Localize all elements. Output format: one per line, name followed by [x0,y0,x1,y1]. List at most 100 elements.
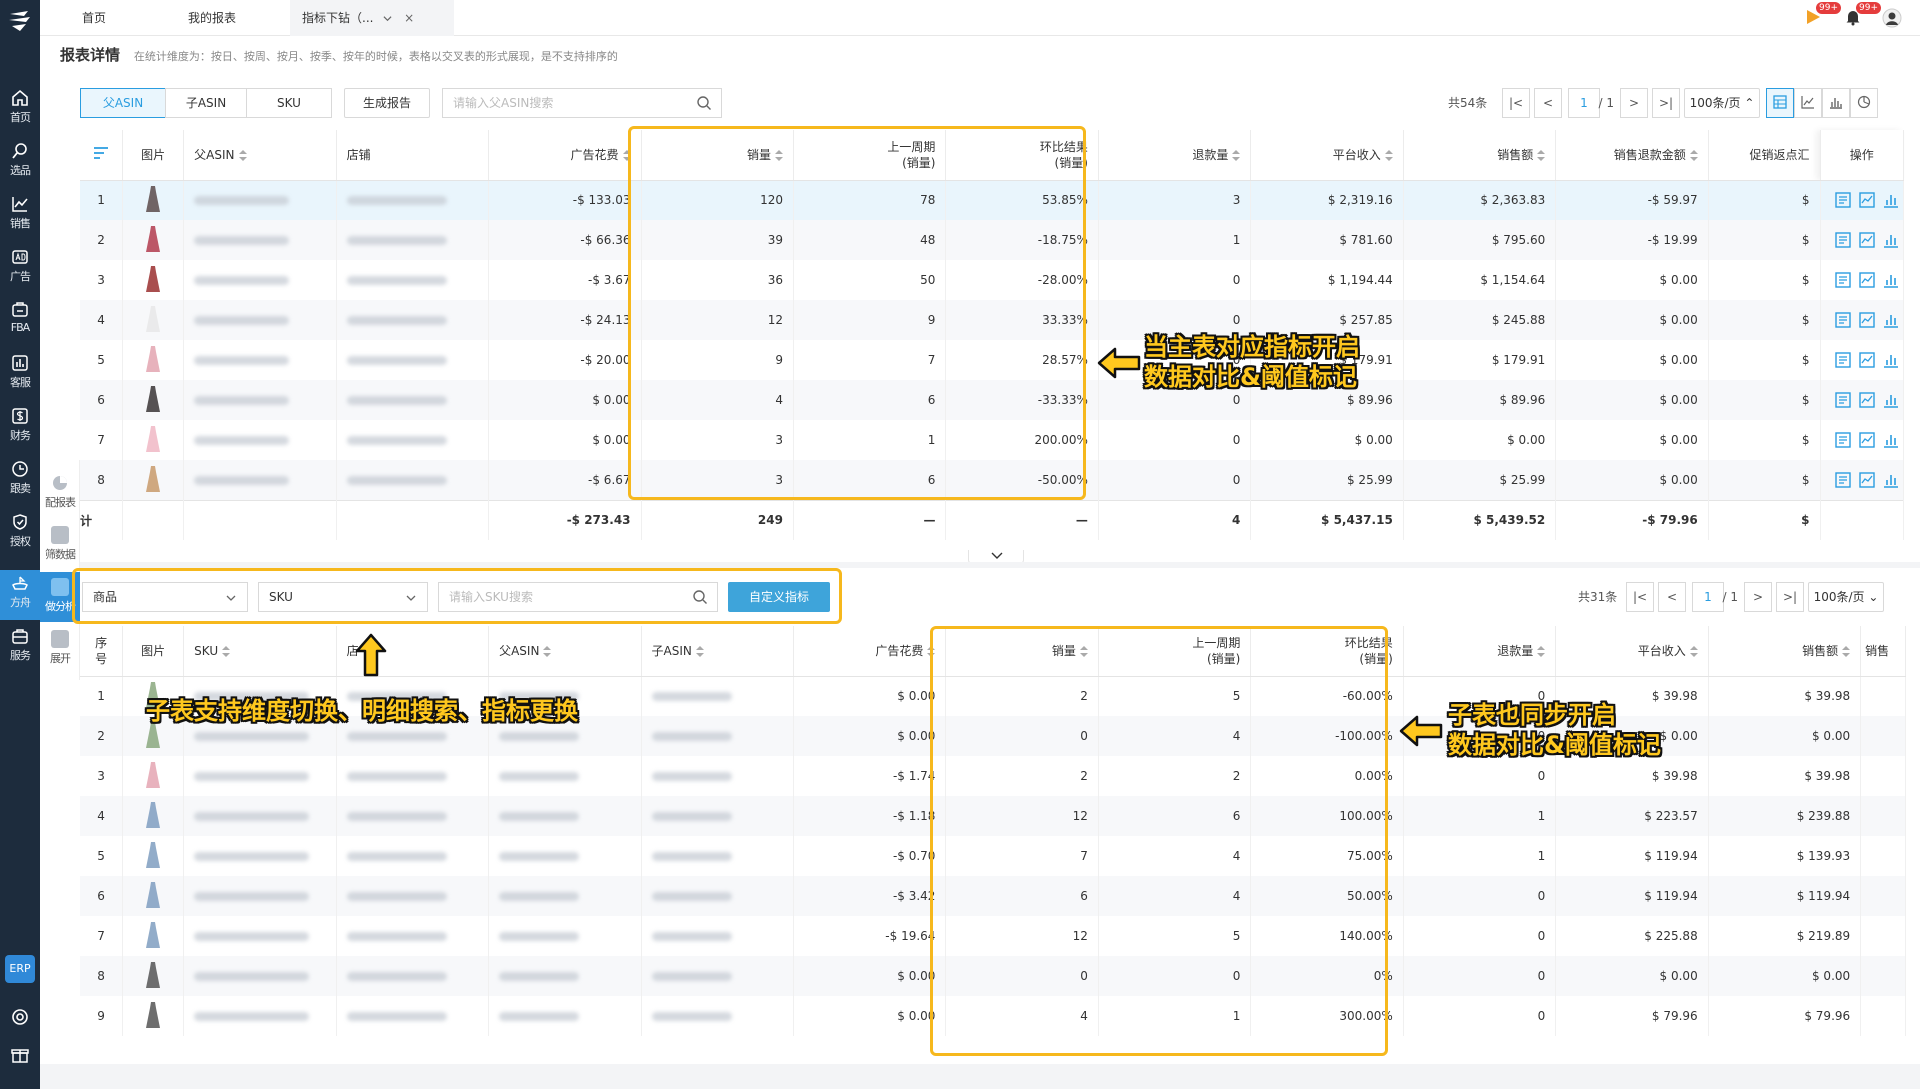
sidebar-item-ark[interactable]: 方舟 [0,570,40,620]
sku-cell[interactable] [183,756,337,796]
sku-cell[interactable] [183,916,337,956]
parent-asin-cell[interactable] [183,260,337,300]
sort-icon[interactable] [1689,149,1698,161]
product-thumbnail[interactable] [144,960,162,992]
line-chart-icon[interactable] [1858,392,1875,408]
erp-button[interactable]: ERP [5,955,35,983]
bar-chart-icon[interactable] [1883,392,1899,408]
bar-chart-icon[interactable] [1883,312,1899,328]
search-icon[interactable] [696,95,712,111]
column-header-platform-income[interactable]: 平台收入 [1250,130,1404,181]
parent-asin-cell[interactable] [488,916,642,956]
detail-icon[interactable] [1834,432,1851,448]
parent-asin-cell[interactable] [183,420,337,460]
parent-asin-cell[interactable] [488,756,642,796]
parent-asin-cell[interactable] [183,300,337,340]
bar-chart-icon[interactable] [1883,352,1899,368]
tab-metric-drilldown[interactable]: 指标下钻（... × [290,0,454,36]
sort-icon[interactable] [1842,645,1851,657]
detail-icon[interactable] [1834,312,1851,328]
parent-asin-cell[interactable] [488,796,642,836]
tab-my-reports[interactable]: 我的报表 [176,0,276,36]
page-size-select[interactable]: 100条/页 ⌄ [1808,582,1884,612]
table-row[interactable]: 5 -$ 20.00 9 7 28.57% 0 $ 179.91 $ 179.91 $ 0.00… [80,340,1904,380]
sort-icon[interactable] [774,149,783,161]
product-thumbnail[interactable] [144,920,162,952]
dimension-select[interactable]: 商品 [82,582,248,612]
sort-icon[interactable] [1384,149,1393,161]
gift-icon[interactable] [11,1046,29,1064]
column-header-ad-spend[interactable]: 广告花费 [793,626,947,677]
parent-asin-cell[interactable] [183,220,337,260]
detail-icon[interactable] [1834,472,1851,488]
table-row[interactable]: 8 -$ 6.67 3 6 -50.00% 0 $ 25.99 $ 25.99 $ 0.00 $ [80,460,1904,500]
line-view-button[interactable] [1794,88,1822,118]
prev-page-button[interactable]: < [1658,582,1686,612]
table-row[interactable]: 4 -$ 1.18 12 6 100.00% 1 $ 223.57 $ 239.88 [80,796,1906,836]
bar-chart-icon[interactable] [1883,272,1899,288]
support-icon[interactable] [11,1008,29,1026]
sort-icon[interactable] [1079,645,1088,657]
table-row[interactable]: 8 $ 0.00 0 0 0% 0 $ 0.00 $ 0.00 [80,956,1906,996]
sidebar-item-service[interactable]: 客服 [0,350,40,400]
bar-chart-icon[interactable] [1883,432,1899,448]
sidebar-item-ads[interactable]: 广告 [0,244,40,294]
table-row[interactable]: 7 $ 0.00 3 1 200.00% 0 $ 0.00 $ 0.00 $ 0.00 $ [80,420,1904,460]
detail-icon[interactable] [1834,352,1851,368]
product-thumbnail[interactable] [144,880,162,912]
column-header-refund-amount[interactable]: 销售退款金额 [1555,130,1709,181]
table-row[interactable]: 6 $ 0.00 4 6 -33.33% 0 $ 89.96 $ 89.96 $ 0.00 $ [80,380,1904,420]
parent-asin-cell[interactable] [488,836,642,876]
table-row[interactable]: 7 -$ 19.64 12 5 140.00% 0 $ 225.88 $ 219.89 [80,916,1906,956]
sort-icon[interactable] [1537,149,1546,161]
line-chart-icon[interactable] [1858,472,1875,488]
table-row[interactable]: 2 -$ 66.36 39 48 -18.75% 1 $ 781.60 $ 795.60 -$ … [80,220,1904,260]
sidebar-item-auth[interactable]: 授权 [0,509,40,559]
detail-icon[interactable] [1834,272,1851,288]
sidebar-item-sales[interactable]: 销售 [0,191,40,241]
product-thumbnail[interactable] [144,840,162,872]
column-settings[interactable] [80,130,124,181]
column-header-parent-asin[interactable]: 父ASIN [183,130,337,181]
sidebar-item-services[interactable]: 服务 [0,623,40,673]
column-header-sales[interactable]: 销量 [945,626,1099,677]
sort-icon[interactable] [622,149,631,161]
child-asin-cell[interactable] [641,716,794,756]
sort-icon[interactable] [927,645,936,657]
line-chart-icon[interactable] [1858,192,1875,208]
column-header-sales[interactable]: 销量 [641,130,794,181]
sku-cell[interactable] [183,996,337,1036]
sku-cell[interactable] [183,836,337,876]
table-row[interactable]: 3 -$ 3.67 36 50 -28.00% 0 $ 1,194.44 $ 1,154.64… [80,260,1904,300]
child-asin-cell[interactable] [641,676,794,716]
child-asin-cell[interactable] [641,876,794,916]
subnav-expand[interactable]: 展开 [40,624,80,674]
product-thumbnail[interactable] [144,264,162,296]
table-row[interactable]: 9 $ 0.00 4 1 300.00% 0 $ 79.96 $ 79.96 [80,996,1906,1036]
next-page-button[interactable]: > [1744,582,1772,612]
custom-metrics-button[interactable]: 自定义指标 [728,582,830,612]
sort-icon[interactable] [1537,645,1546,657]
product-thumbnail[interactable] [144,1000,162,1032]
line-chart-icon[interactable] [1858,232,1875,248]
line-chart-icon[interactable] [1858,432,1875,448]
product-thumbnail[interactable] [144,344,162,376]
column-header-sales-amount[interactable]: 销售额 [1708,626,1862,677]
sort-icon[interactable] [543,645,552,657]
column-header-platform-income[interactable]: 平台收入 [1555,626,1709,677]
sidebar-item-selection[interactable]: 选品 [0,138,40,188]
child-asin-cell[interactable] [641,916,794,956]
chevron-down-icon[interactable] [383,14,392,23]
column-header-refunds[interactable]: 退款量 [1403,626,1557,677]
subnav-analyze[interactable]: 做分析 [40,572,80,622]
sort-icon[interactable] [222,645,231,657]
sku-cell[interactable] [183,876,337,916]
first-page-button[interactable]: |< [1502,88,1530,118]
avatar[interactable] [1882,8,1902,28]
column-header-refunds[interactable]: 退款量 [1098,130,1252,181]
page-size-select[interactable]: 100条/页 ⌃ [1684,88,1760,118]
product-thumbnail[interactable] [144,760,162,792]
sku-search-input[interactable] [438,582,718,612]
column-header-ad-spend[interactable]: 广告花费 [488,130,642,181]
bar-chart-icon[interactable] [1883,192,1899,209]
